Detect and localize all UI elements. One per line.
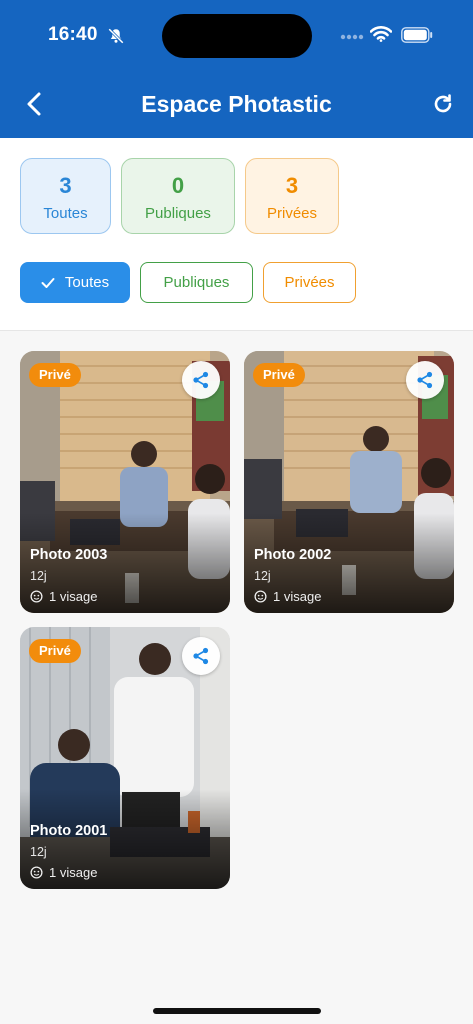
photo-faces-label: 1 visage <box>49 865 98 880</box>
stat-private-label: Privées <box>266 205 318 222</box>
battery-icon <box>401 27 433 43</box>
privacy-badge: Privé <box>253 363 305 387</box>
stat-public-label: Publiques <box>145 205 211 222</box>
photo-faces: 1 visage <box>254 589 321 604</box>
stat-all-count: 3 <box>59 173 72 198</box>
filter-all-label: Toutes <box>64 274 110 291</box>
photo-faces: 1 visage <box>30 865 97 880</box>
privacy-badge: Privé <box>29 639 81 663</box>
bell-off-icon <box>108 28 124 44</box>
share-icon <box>193 371 209 389</box>
photo-faces-label: 1 visage <box>49 589 98 604</box>
page-title: Espace Photastic <box>141 91 332 117</box>
filter-private-label: Privées <box>284 274 335 291</box>
signal-icon <box>340 34 364 40</box>
photo-age: 12j <box>254 569 271 583</box>
photo-card[interactable]: Privé Photo 2002 12j 1 visage <box>244 351 454 613</box>
check-icon <box>41 277 55 288</box>
status-time: 16:40 <box>48 24 98 45</box>
face-icon <box>30 866 43 879</box>
filter-public-label: Publiques <box>163 274 230 291</box>
filter-all-button[interactable]: Toutes <box>20 262 130 303</box>
share-icon <box>417 371 433 389</box>
photo-faces: 1 visage <box>30 589 97 604</box>
stat-public-count: 0 <box>171 173 185 198</box>
home-indicator[interactable] <box>153 1008 321 1014</box>
share-icon <box>193 647 209 665</box>
photo-card[interactable]: Privé Photo 2003 12j 1 visage <box>20 351 230 613</box>
face-icon <box>254 590 267 603</box>
stat-all-label: Toutes <box>43 205 88 222</box>
stat-private-count: 3 <box>285 173 299 198</box>
share-button[interactable] <box>406 361 444 399</box>
stat-public[interactable]: 0 Publiques <box>121 158 235 234</box>
stat-private[interactable]: 3 Privées <box>245 158 339 234</box>
photo-title: Photo 2001 <box>30 823 108 839</box>
refresh-button[interactable] <box>428 89 458 119</box>
photo-faces-label: 1 visage <box>273 589 322 604</box>
app-header: 16:40 Espace Photastic <box>0 0 473 138</box>
photo-card[interactable]: Privé Photo 2001 12j 1 visage <box>20 627 230 889</box>
photo-age: 12j <box>30 569 47 583</box>
photo-title: Photo 2002 <box>254 547 332 563</box>
filter-private-button[interactable]: Privées <box>263 262 356 303</box>
privacy-badge: Privé <box>29 363 81 387</box>
share-button[interactable] <box>182 361 220 399</box>
face-icon <box>30 590 43 603</box>
filter-public-button[interactable]: Publiques <box>140 262 253 303</box>
photo-title: Photo 2003 <box>30 547 108 563</box>
share-button[interactable] <box>182 637 220 675</box>
photo-age: 12j <box>30 845 47 859</box>
summary-panel: 3 Toutes 0 Publiques 3 Privées Toutes Pu… <box>0 138 473 331</box>
refresh-icon <box>434 94 452 113</box>
wifi-icon <box>370 26 392 42</box>
dynamic-island <box>162 14 312 58</box>
stat-all[interactable]: 3 Toutes <box>20 158 111 234</box>
